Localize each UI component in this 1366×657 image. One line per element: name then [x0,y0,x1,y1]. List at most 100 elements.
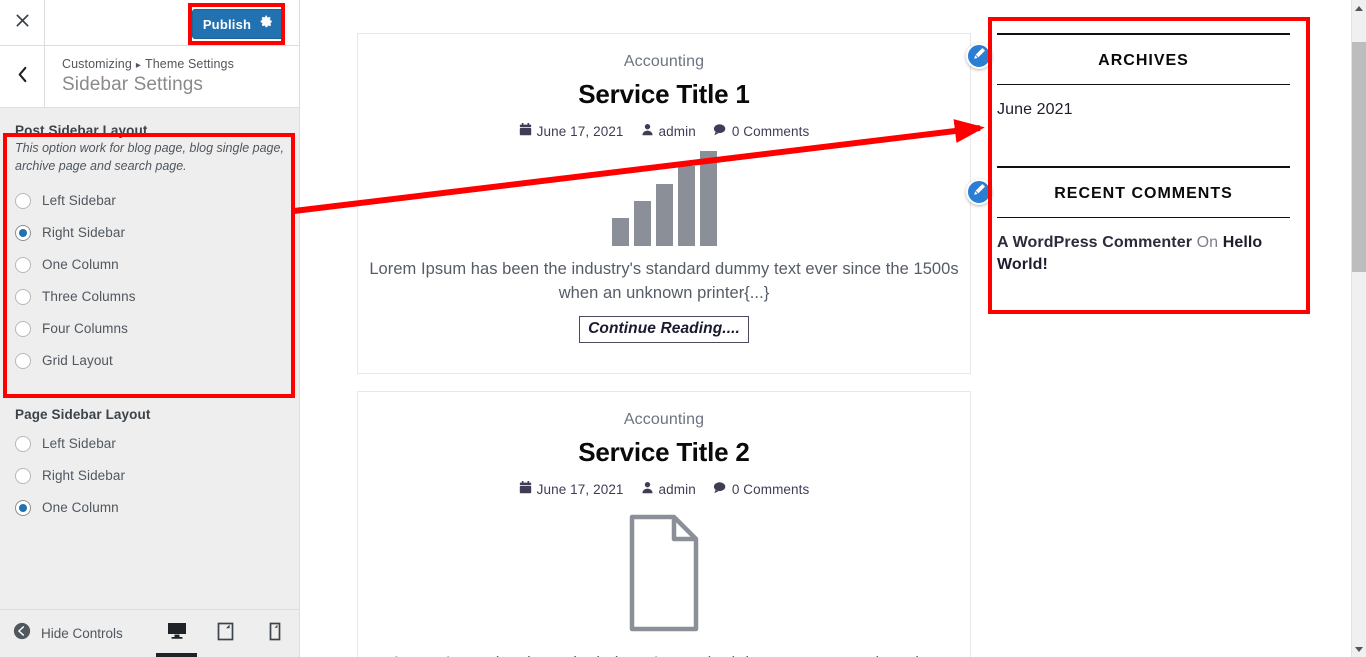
comment-author[interactable]: A WordPress Commenter [997,234,1192,251]
radio-post-four-columns[interactable]: Four Columns [15,313,284,345]
pencil-icon [973,47,986,65]
customizer-panel: Publish Customizing ▸ Theme Settings Sideb… [0,0,300,657]
control-post-sidebar-layout: Post Sidebar Layout This option work for… [0,109,299,387]
post-thumbnail[interactable] [358,513,970,638]
post-excerpt: Lorem Ipsum has been the industry's stan… [369,260,959,302]
post-meta: June 17, 2021 admin 0 Comments [358,481,970,497]
control-page-sidebar-layout: Page Sidebar Layout Left Sidebar Right S… [0,387,299,534]
customizer-footer: Hide Controls [0,609,299,657]
desktop-preview-button[interactable] [156,610,197,657]
mobile-icon [269,622,281,646]
widget-recent-comments: RECENT COMMENTS A WordPress Commenter On… [997,166,1290,276]
post-date: June 17, 2021 [519,123,624,139]
close-icon [15,13,30,32]
bar-chart-icon [611,151,717,246]
post-author: admin [641,123,696,139]
scroll-down-arrow-icon[interactable] [1352,641,1366,657]
post-category[interactable]: Accounting [358,411,970,429]
archive-item[interactable]: June 2021 [997,99,1290,121]
radio-post-left-sidebar[interactable]: Left Sidebar [15,185,284,217]
customizer-controls: Post Sidebar Layout This option work for… [0,109,299,609]
publish-button[interactable]: Publish [192,9,284,39]
post-comments: 0 Comments [713,123,810,139]
archives-list: June 2021 [997,85,1290,166]
user-icon [641,481,654,497]
back-button[interactable] [0,46,45,107]
edit-shortcut-archives[interactable] [966,43,992,69]
breadcrumb-separator: ▸ [135,60,141,71]
radio-page-left-sidebar[interactable]: Left Sidebar [15,428,284,460]
post-card[interactable]: Accounting Service Title 1 June 17, 2021 [357,33,971,374]
post-meta: June 17, 2021 admin 0 Comments [358,123,970,139]
radio-label: Right Sidebar [42,468,126,483]
tablet-icon [217,622,234,646]
radio-indicator [15,320,31,337]
radio-indicator [15,499,31,516]
post-title[interactable]: Service Title 2 [358,437,970,468]
radio-label: Grid Layout [42,353,113,368]
radio-page-right-sidebar[interactable]: Right Sidebar [15,460,284,492]
comment-icon [713,123,727,139]
tablet-preview-button[interactable] [212,610,239,657]
widget-title: RECENT COMMENTS [997,166,1290,218]
post-date: June 17, 2021 [519,481,624,497]
control-description: This option work for blog page, blog sin… [15,141,284,173]
post-title[interactable]: Service Title 1 [358,79,970,110]
radio-post-three-columns[interactable]: Three Columns [15,281,284,313]
post-comments: 0 Comments [713,481,810,497]
radio-post-right-sidebar[interactable]: Right Sidebar [15,217,284,249]
post-date-text: June 17, 2021 [536,481,624,497]
widget-title: ARCHIVES [997,33,1290,85]
comment-icon [713,481,727,497]
radio-label: Three Columns [42,289,136,304]
radio-label: Right Sidebar [42,225,126,240]
post-author-text: admin [658,481,696,497]
post-comments-text: 0 Comments [731,123,810,139]
recent-comments-list: A WordPress Commenter On Hello World! [997,218,1269,276]
panel-title-bar: Customizing ▸ Theme Settings Sidebar Setti… [0,46,299,108]
calendar-icon [519,481,532,497]
collapse-left-icon [13,622,31,645]
post-thumbnail[interactable] [358,151,970,246]
radio-indicator [15,192,31,209]
gear-icon[interactable] [260,15,273,33]
post-category[interactable]: Accounting [358,53,970,71]
edit-shortcut-recent-comments[interactable] [966,179,992,205]
user-icon [641,123,654,139]
radio-post-grid-layout[interactable]: Grid Layout [15,345,284,377]
breadcrumb-parent[interactable]: Theme Settings [145,57,234,71]
publish-button-label: Publish [202,16,252,32]
post-comments-text: 0 Comments [731,481,810,497]
radio-post-one-column[interactable]: One Column [15,249,284,281]
scrollbar-thumb[interactable] [1352,42,1366,272]
post-card[interactable]: Accounting Service Title 2 June 17, 2021 [357,391,971,657]
radio-indicator [15,256,31,273]
device-preview-switcher [156,610,288,657]
post-author-text: admin [658,123,696,139]
close-customizer-button[interactable] [0,0,45,45]
radio-indicator [15,288,31,305]
breadcrumb: Customizing ▸ Theme Settings [62,57,234,71]
page-title: Sidebar Settings [62,74,204,95]
radio-indicator [15,352,31,369]
radio-indicator [15,224,31,241]
radio-indicator [15,467,31,484]
radio-label: One Column [42,257,119,272]
radio-label: Left Sidebar [42,436,116,451]
chevron-left-icon [16,66,29,88]
vertical-scrollbar[interactable] [1351,0,1366,657]
sidebar-widget-area: ARCHIVES June 2021 RECENT COMMENTS A Wor… [997,33,1290,276]
radio-label: One Column [42,500,119,515]
hide-controls-label: Hide Controls [41,626,123,641]
publish-button-group: Publish [187,4,290,44]
widget-archives: ARCHIVES June 2021 [997,33,1290,166]
control-title: Post Sidebar Layout [15,123,148,138]
breadcrumb-root[interactable]: Customizing [62,57,132,71]
continue-reading-button[interactable]: Continue Reading.... [579,315,749,343]
hide-controls-button[interactable]: Hide Controls [13,610,123,657]
calendar-icon [519,123,532,139]
radio-page-one-column[interactable]: One Column [15,492,284,524]
mobile-preview-button[interactable] [261,610,288,657]
scroll-up-arrow-icon[interactable] [1352,0,1366,16]
control-title: Page Sidebar Layout [15,406,151,422]
